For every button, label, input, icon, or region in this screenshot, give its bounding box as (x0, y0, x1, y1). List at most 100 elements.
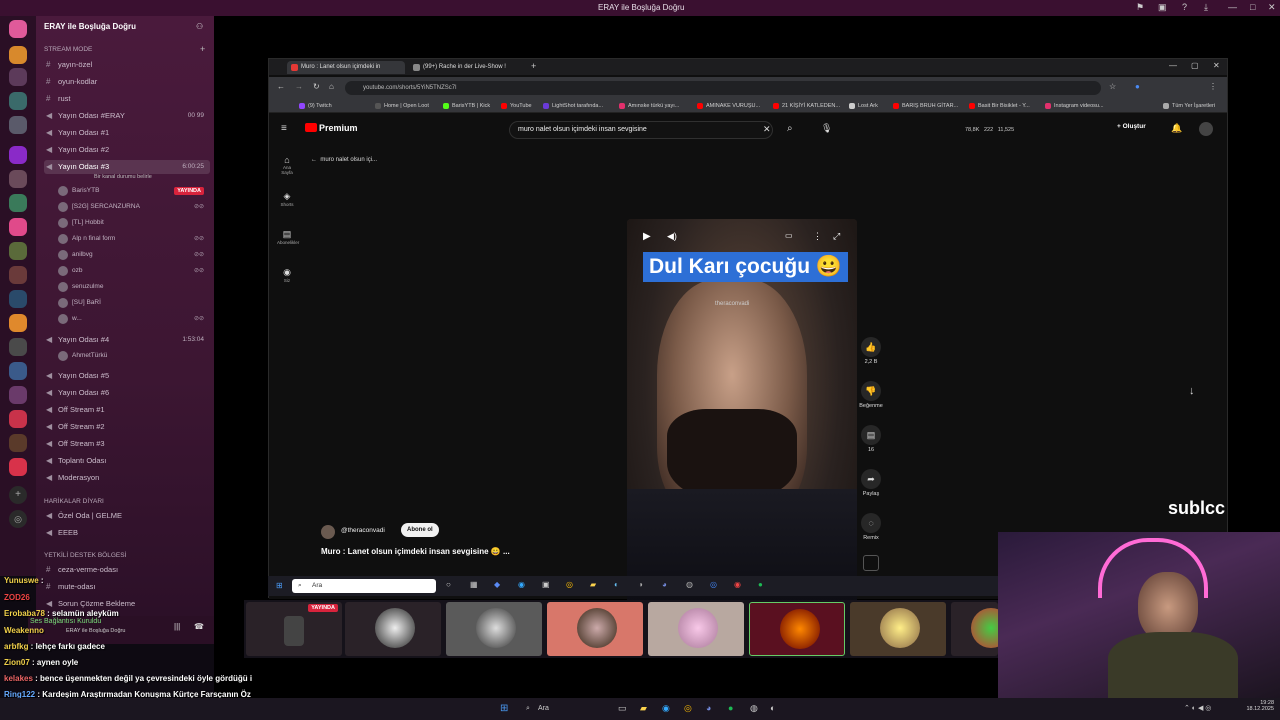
remix-button[interactable]: ◌ Remix (859, 513, 883, 541)
reload-icon[interactable]: ↻ (313, 82, 320, 91)
captions-icon[interactable]: ▭ (785, 231, 793, 240)
stream-thumb[interactable] (648, 602, 744, 656)
server-icon[interactable] (9, 386, 27, 404)
avatar[interactable] (1199, 122, 1213, 136)
tab-live-show[interactable]: (99+) Rache in der Live-Show ! (409, 61, 525, 74)
voice-user[interactable]: [TL] Hobbit (58, 216, 208, 230)
minimize-icon[interactable]: — (1169, 61, 1177, 70)
search-icon[interactable]: ⌕ (787, 123, 793, 134)
chrome-icon[interactable]: ◎ (684, 703, 692, 714)
home-icon[interactable]: ⌂ (329, 82, 334, 91)
bookmark[interactable]: AMINAKE VURUŞU... (697, 101, 760, 111)
stream-thumb[interactable] (547, 602, 643, 656)
next-video-icon[interactable]: ↓ (1189, 385, 1195, 397)
voice-off-3[interactable]: ◀ Off Stream #3 (44, 437, 210, 451)
shorts-video[interactable]: ▶ ◀) ▭ ⋮ ⤢ Dul Karı çocuğu 😀 theraconvad… (627, 219, 857, 629)
inbox-icon[interactable]: ▣ (1158, 2, 1167, 13)
voice-user[interactable]: anilbvg ⊘⊘ (58, 248, 208, 262)
server-icon[interactable] (9, 68, 27, 86)
channel-status[interactable]: Bir kanal durumu belirle (94, 174, 152, 180)
subscribe-button[interactable]: Abone ol (401, 523, 439, 537)
bookmark[interactable]: Amınske türkü yayı... (619, 101, 679, 111)
hamburger-icon[interactable]: ≡ (281, 123, 287, 134)
start-icon[interactable]: ⊞ (500, 703, 508, 714)
bookmark[interactable]: Home | Open Loot (375, 101, 429, 111)
tab-muro[interactable]: Muro : Lanet olsun içimdeki in (287, 61, 405, 74)
discord-icon[interactable]: ◕ (662, 580, 667, 589)
stream-thumb[interactable] (951, 602, 1011, 656)
voice-yayin-2[interactable]: ◀ Yayın Odası #2 (44, 143, 210, 157)
search-input[interactable]: muro nalet olsun içimdeki insan sevgisin… (509, 121, 773, 139)
taskview-icon[interactable]: ○ (446, 580, 451, 589)
chrome-icon[interactable]: ◎ (566, 580, 573, 589)
server-icon[interactable] (9, 92, 27, 110)
more-icon[interactable]: ⋮ (813, 231, 822, 242)
forward-icon[interactable]: → (295, 82, 303, 91)
channel-info[interactable]: @theraconvadi (321, 523, 461, 539)
server-icon[interactable] (9, 434, 27, 452)
bookmark[interactable]: 21 KİŞİYİ KATLEDEN... (773, 101, 840, 111)
chrome-icon[interactable]: ◎ (710, 580, 717, 589)
spotify-icon[interactable]: ● (728, 703, 733, 713)
taskbar-search[interactable]: ⌕ Ara (292, 579, 436, 593)
volume-icon[interactable]: ◀) (667, 231, 677, 242)
stream-thumb[interactable] (850, 602, 946, 656)
server-icon[interactable] (9, 242, 27, 260)
channel-ceza[interactable]: # ceza-verme-odası (44, 563, 210, 577)
voice-toplanti[interactable]: ◀ Toplantı Odası (44, 454, 210, 468)
play-icon[interactable]: ▶ (643, 231, 651, 242)
bookmark[interactable]: BARIŞ BRUH GİTAR... (893, 101, 958, 111)
server-icon[interactable] (9, 338, 27, 356)
bookmark[interactable]: YouTube (501, 101, 532, 111)
mic-icon[interactable]: 🎙 (821, 123, 832, 134)
server-icon[interactable] (9, 290, 27, 308)
maximize-icon[interactable]: ▢ (1191, 61, 1199, 70)
server-icon[interactable] (9, 46, 27, 64)
server-icon[interactable] (9, 266, 27, 284)
server-icon[interactable] (9, 20, 27, 38)
taskview-icon[interactable]: ▭ (618, 703, 627, 714)
stream-thumb[interactable] (749, 602, 845, 656)
voice-user[interactable]: w... ⊘⊘ (58, 312, 208, 326)
voice-eeeb[interactable]: ◀ EEEB (44, 526, 210, 540)
server-name[interactable]: ERAY ile Boşluğa Doğru (44, 22, 136, 31)
app-icon[interactable]: ◆ (494, 580, 500, 589)
bookmark[interactable]: Lost Ark (849, 101, 878, 111)
bookmark[interactable]: Instagram videosu... (1045, 101, 1104, 111)
create-button[interactable]: + Oluştur (1117, 123, 1146, 130)
add-server-icon[interactable]: + (9, 486, 27, 504)
share-button[interactable]: ➦ Paylaş (859, 469, 883, 497)
fullscreen-icon[interactable]: ⤢ (833, 231, 840, 242)
server-icon[interactable] (9, 458, 27, 476)
close-icon[interactable]: ✕ (1268, 2, 1276, 13)
new-tab-icon[interactable]: + (531, 61, 536, 71)
url-field[interactable]: youtube.com/shorts/5YiN5TNZSc7l (345, 81, 1101, 95)
voice-moderasyon[interactable]: ◀ Moderasyon (44, 471, 210, 485)
voice-user[interactable]: Alp n final form ⊘⊘ (58, 232, 208, 246)
dislike-button[interactable]: 👎 Beğenme (859, 381, 883, 409)
close-icon[interactable]: ✕ (1213, 61, 1220, 70)
voice-yayin-3[interactable]: ◀ Yayın Odası #3 6:00:25 (44, 160, 210, 174)
nav-subscriptions[interactable]: ▤ Abonelikler (277, 229, 299, 245)
voice-yayin-4[interactable]: ◀ Yayın Odası #4 1:53:04 (44, 333, 210, 347)
like-button[interactable]: 👍 2,2 B (859, 337, 883, 365)
pin-icon[interactable]: ⚑ (1136, 2, 1144, 13)
category-harikalar[interactable]: HARİKALAR DİYARI (44, 498, 104, 505)
server-icon[interactable] (9, 218, 27, 236)
server-icon[interactable] (9, 194, 27, 212)
folder-icon[interactable]: ▰ (640, 703, 647, 714)
youtube-logo[interactable]: Premium (305, 123, 358, 133)
stream-thumb[interactable] (446, 602, 542, 656)
voice-user[interactable]: ozb ⊘⊘ (58, 264, 208, 278)
extension-icon[interactable]: ● (1135, 82, 1140, 91)
obs-icon[interactable]: ◍ (750, 703, 758, 714)
help-icon[interactable]: ? (1182, 2, 1187, 12)
bell-icon[interactable]: 🔔 (1171, 123, 1182, 134)
spotify-icon[interactable]: ● (758, 580, 763, 589)
add-channel-icon[interactable]: + (200, 44, 205, 54)
channel-rust[interactable]: # rust (44, 92, 210, 106)
voice-off-2[interactable]: ◀ Off Stream #2 (44, 420, 210, 434)
server-icon[interactable] (9, 116, 27, 134)
bookmark[interactable]: (9) Twitch (299, 101, 332, 111)
bookmark[interactable]: BarisYTB | Kick (443, 101, 490, 111)
